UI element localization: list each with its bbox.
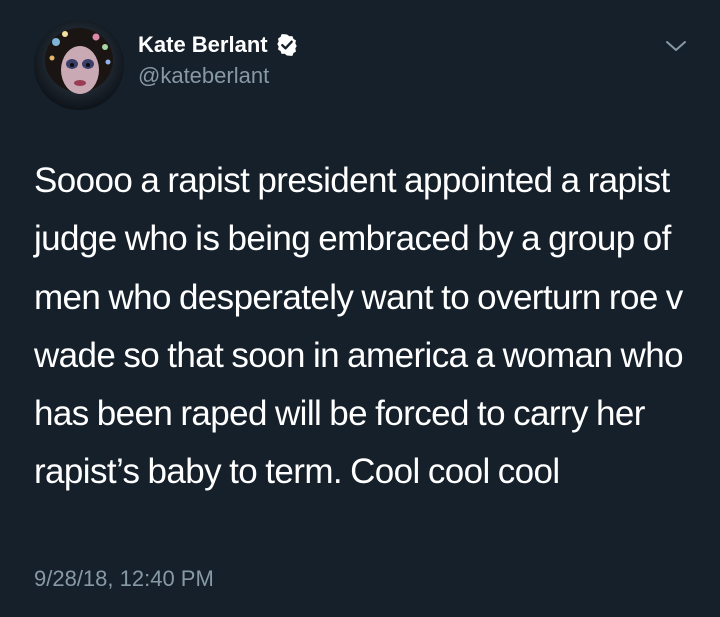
tweet-card: Kate Berlant @kateberlant Soooo a rapist… — [0, 0, 720, 617]
display-name[interactable]: Kate Berlant — [138, 32, 268, 58]
profile-photo-icon — [34, 20, 124, 110]
chevron-down-icon[interactable] — [664, 36, 688, 56]
timestamp[interactable]: 9/28/18, 12:40 PM — [34, 565, 214, 593]
verified-badge-icon — [275, 33, 299, 57]
author-name-row[interactable]: Kate Berlant — [138, 32, 299, 58]
avatar[interactable] — [34, 20, 124, 110]
tweet-text: Soooo a rapist president appointed a rap… — [34, 161, 684, 492]
user-handle[interactable]: @kateberlant — [138, 63, 269, 89]
